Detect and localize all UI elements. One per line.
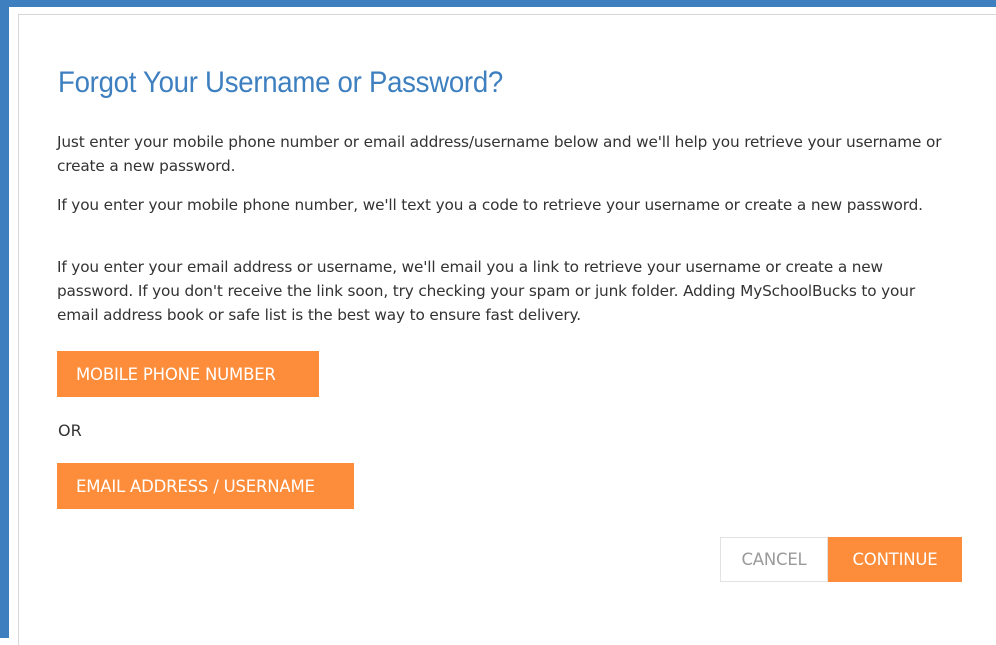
cancel-button[interactable]: CANCEL: [720, 537, 828, 582]
email-address-username-button[interactable]: EMAIL ADDRESS / USERNAME: [57, 463, 354, 509]
instruction-paragraph-1: Just enter your mobile phone number or e…: [57, 133, 942, 175]
or-separator-label: OR: [58, 421, 82, 440]
continue-button[interactable]: CONTINUE: [828, 537, 962, 582]
mobile-phone-number-button[interactable]: MOBILE PHONE NUMBER: [57, 351, 319, 397]
dialog-title: Forgot Your Username or Password?: [58, 66, 503, 99]
instruction-paragraph-3: If you enter your email address or usern…: [57, 258, 915, 324]
instruction-paragraph-2: If you enter your mobile phone number, w…: [57, 196, 923, 214]
